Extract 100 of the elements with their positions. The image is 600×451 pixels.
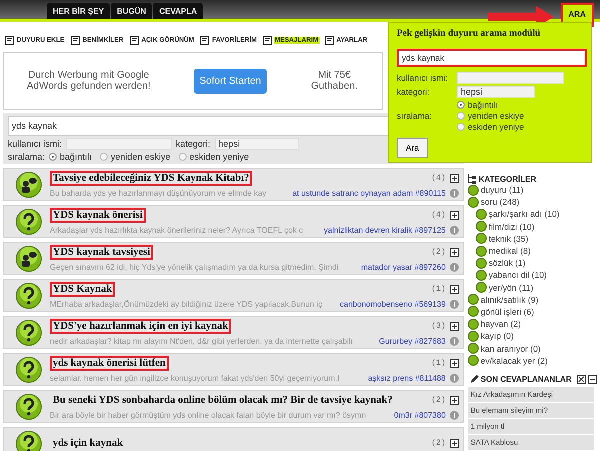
expand-icon[interactable] (450, 359, 459, 368)
category-link[interactable]: yer/yön (11) (488, 282, 534, 293)
answer-count: (2) (431, 439, 446, 448)
category-link[interactable]: kayıp (0) (480, 331, 514, 342)
post-snippet: Bu baharda yds ye hazırlanmayı düşünüyorum ve elimde kay (50, 189, 268, 198)
toolbar-icon (200, 36, 210, 45)
search-button[interactable]: Ara (397, 138, 428, 158)
nav-tab[interactable]: BUGÜN (111, 3, 152, 19)
pencil-icon (470, 374, 479, 384)
expand-icon[interactable] (450, 248, 459, 257)
field-label: kullanıcı ismi: (397, 73, 450, 83)
answer-count: (2) (431, 396, 446, 405)
post-snippet: selamlar. hemen her gün ingilizce konuşuyorum fakat yds'den 50yi geçemiyorum.I (50, 374, 341, 383)
folder-tree-icon (468, 174, 477, 184)
category-link[interactable]: medikal (8) (488, 246, 531, 256)
author-link[interactable]: 0m3r #807380 (394, 411, 446, 420)
category-icon (476, 246, 487, 257)
answer-count: (4) (431, 211, 446, 220)
author-link[interactable]: aşksız prens #811488 (368, 374, 446, 383)
info-icon[interactable] (450, 226, 459, 235)
radio-button[interactable] (100, 153, 108, 161)
nav-tab[interactable]: CEVAPLA (153, 3, 204, 19)
radio-button[interactable] (457, 123, 465, 131)
field-label: sıralama: (8, 152, 46, 162)
author-link[interactable]: canbonomobenseno #569139 (340, 300, 446, 309)
search-field[interactable]: yds kaynak (397, 49, 587, 67)
question-icon (16, 208, 42, 234)
field-label: kategori: (397, 87, 431, 97)
answer-count: (1) (431, 359, 446, 368)
expand-icon[interactable] (450, 285, 459, 294)
radio-label: eskiden yeniye (468, 122, 524, 132)
category-link[interactable]: kan aranıyor (0) (480, 344, 541, 354)
post-row[interactable]: YDS kaynak tavsiyesi (2) Geçen sınavım 62 idi, hiç Yds'ye yönelik çalışmadım ya da kursa gitmedim. Şimdi matador yasar #897260 (3, 242, 464, 275)
post-title[interactable]: YDS kaynak tavsiyesi (50, 245, 154, 260)
author-link[interactable]: yalnizliktan devren kiralik #897125 (324, 226, 446, 235)
post-row[interactable]: yds kaynak önerisi lütfen (1) selamlar. hemen her gün ingilizce konuşuyorum fakat yds'den 50yi geçemiyorum.I aşksız prens #811488 (3, 353, 464, 386)
category-icon (468, 343, 479, 354)
post-snippet: Bir ara böyle bir haber görmüştüm yds online olacak falan böyle bir durum var mı? ösymn (50, 411, 368, 420)
radio-label: yeniden eskiye (111, 152, 171, 162)
radio-label: bağıntılı (468, 100, 498, 110)
category-link[interactable]: duyuru (11) (480, 185, 524, 196)
toolbar-icon (130, 36, 139, 45)
post-row[interactable]: Bu seneki YDS sonbaharda online bölüm olacak mı? Bir de tavsiye kaynak? (2) Bir ara böyle bir haber görmüştüm yds online olacak falan böyle bir durum var mı? ösymn 0m3r #807380 (3, 390, 464, 423)
post-title[interactable]: yds için kaynak (50, 436, 126, 451)
post-row[interactable]: yds için kaynak (2) (3, 427, 464, 451)
author-link[interactable]: at ustunde satranc oynayan adam #890115 (292, 189, 446, 198)
info-icon[interactable] (450, 300, 459, 309)
question-icon (16, 282, 42, 308)
toolbar-icon (70, 36, 80, 45)
post-title[interactable]: Tavsiye edebileceğiniz YDS Kaynak Kitabı? (50, 171, 252, 186)
category-link[interactable]: soru (248) (480, 197, 520, 208)
section-title: SON CEVAPLANANLAR (480, 374, 572, 384)
post-title[interactable]: YDS Kaynak (50, 282, 116, 297)
radio-button[interactable] (178, 153, 187, 161)
author-link[interactable]: matador yasar #897260 (361, 263, 446, 272)
post-row[interactable]: Tavsiye edebileceğiniz YDS Kaynak Kitabı? (4) Bu baharda yds ye hazırlanmayı düşünüyorum ve elimde kay at ustunde satranc oynayan adam #890115 (3, 168, 464, 201)
radio-button[interactable] (457, 112, 465, 120)
category-icon (468, 184, 479, 196)
category-link[interactable]: gönül işleri (6) (480, 306, 534, 317)
radio-label: bağıntılı (60, 152, 92, 162)
category-link[interactable]: ev/kalacak yer (2) (480, 356, 548, 366)
info-icon[interactable] (450, 263, 459, 272)
info-icon[interactable] (450, 411, 459, 420)
toolbar-icon (324, 36, 334, 45)
post-row[interactable]: YDS Kaynak (1) MErhaba arkadaşlar,Önümüzdeki ay bildiğiniz üzere YDS yapılacak.Bunun iç canbonomobenseno #569139 (3, 279, 464, 312)
category-link[interactable]: sözlük (1) (488, 258, 526, 268)
expand-icon[interactable] (450, 174, 459, 183)
author-link[interactable]: Gururbey #827683 (379, 337, 446, 346)
category-link[interactable]: teknik (35) (488, 234, 529, 244)
toolbar-icon (262, 36, 272, 45)
info-icon[interactable] (450, 374, 459, 383)
category-link[interactable]: alınık/satılık (9) (480, 294, 539, 305)
post-row[interactable]: YDS'ye hazırlanmak için en iyi kaynak (3) nedir arkadaşlar? kitap mı alayım Nt'den, d&r gibi yerlerden. ya da internette çalışabilı Gururbey #827683 (3, 316, 464, 349)
category-link[interactable]: yabancı dil (10) (488, 270, 548, 280)
username-field[interactable] (457, 72, 564, 84)
popup-title: Pek gelişkin duyuru arama modülü (397, 29, 542, 39)
category-link[interactable]: şarkı/şarkı adı (10) (488, 209, 560, 220)
post-snippet: MErhaba arkadaşlar,Önümüzdeki ay bildiğiniz üzere YDS yapılacak.Bunun iç (50, 300, 324, 309)
expand-icon[interactable] (450, 439, 459, 448)
post-title[interactable]: YDS'ye hazırlanmak için en iyi kaynak (50, 319, 232, 334)
expand-icon[interactable] (450, 396, 459, 405)
radio-button[interactable] (49, 153, 58, 161)
post-snippet: Geçen sınavım 62 idi, hiç Yds'ye yönelik çalışmadım ya da kursa gitmedim. Şimdi (50, 263, 340, 272)
expand-icon[interactable] (450, 211, 459, 220)
radio-button[interactable] (457, 101, 465, 109)
category-link[interactable]: film/dizi (10) (488, 222, 535, 232)
post-title[interactable]: Bu seneki YDS sonbaharda online bölüm olacak mı? Bir de tavsiye kaynak? (50, 393, 396, 408)
category-icon (468, 196, 479, 208)
category-select[interactable]: hepsi (214, 138, 299, 150)
window-controls-icon[interactable] (577, 374, 597, 384)
info-icon[interactable] (450, 189, 459, 198)
answer-count: (1) (431, 285, 446, 294)
post-row[interactable]: YDS kaynak önerisi (4) Arkadaşlar yds hazırlıkta kaynak önerileriniz neler? Ayrıca TOEFL çok c yalnizliktan devren kiralik #897125 (3, 205, 464, 238)
post-title[interactable]: YDS kaynak önerisi (50, 208, 146, 223)
category-link[interactable]: hayvan (2) (480, 319, 522, 330)
post-title[interactable]: yds kaynak önerisi lütfen (50, 356, 169, 371)
info-icon[interactable] (450, 337, 459, 346)
nav-tab[interactable]: HER BİR ŞEY (47, 3, 110, 19)
category-select[interactable]: hepsi (457, 86, 535, 98)
expand-icon[interactable] (450, 322, 459, 331)
